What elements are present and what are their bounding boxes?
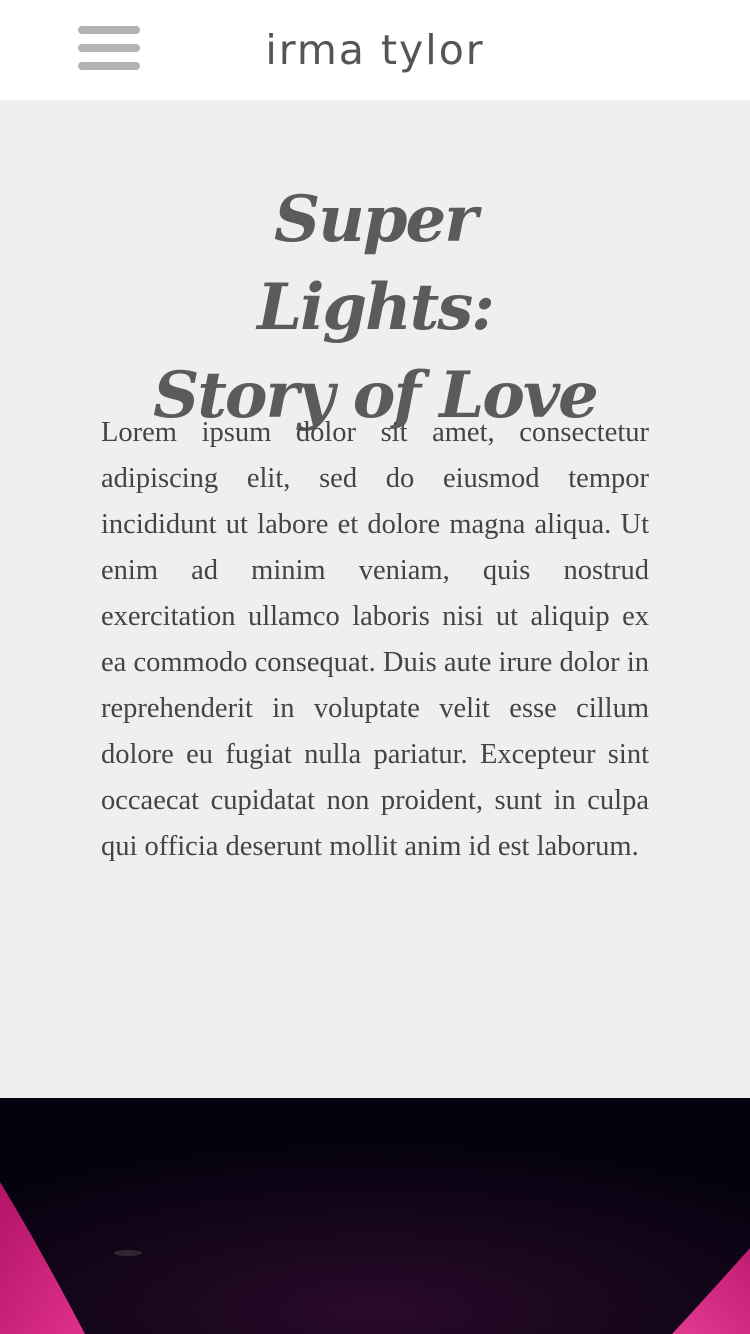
hero-image bbox=[0, 1098, 750, 1334]
article-title-line-1: Super Lights: bbox=[257, 182, 495, 345]
site-title[interactable]: irma tylor bbox=[0, 22, 750, 78]
site-header: irma tylor bbox=[0, 0, 750, 100]
article-section: Super Lights: Story of Love Lorem ipsum … bbox=[0, 100, 750, 1098]
article-title: Super Lights: Story of Love bbox=[0, 176, 750, 440]
hero-image-graphic bbox=[0, 1098, 750, 1334]
article-body: Lorem ipsum dolor sit amet, consectetur … bbox=[101, 417, 649, 862]
